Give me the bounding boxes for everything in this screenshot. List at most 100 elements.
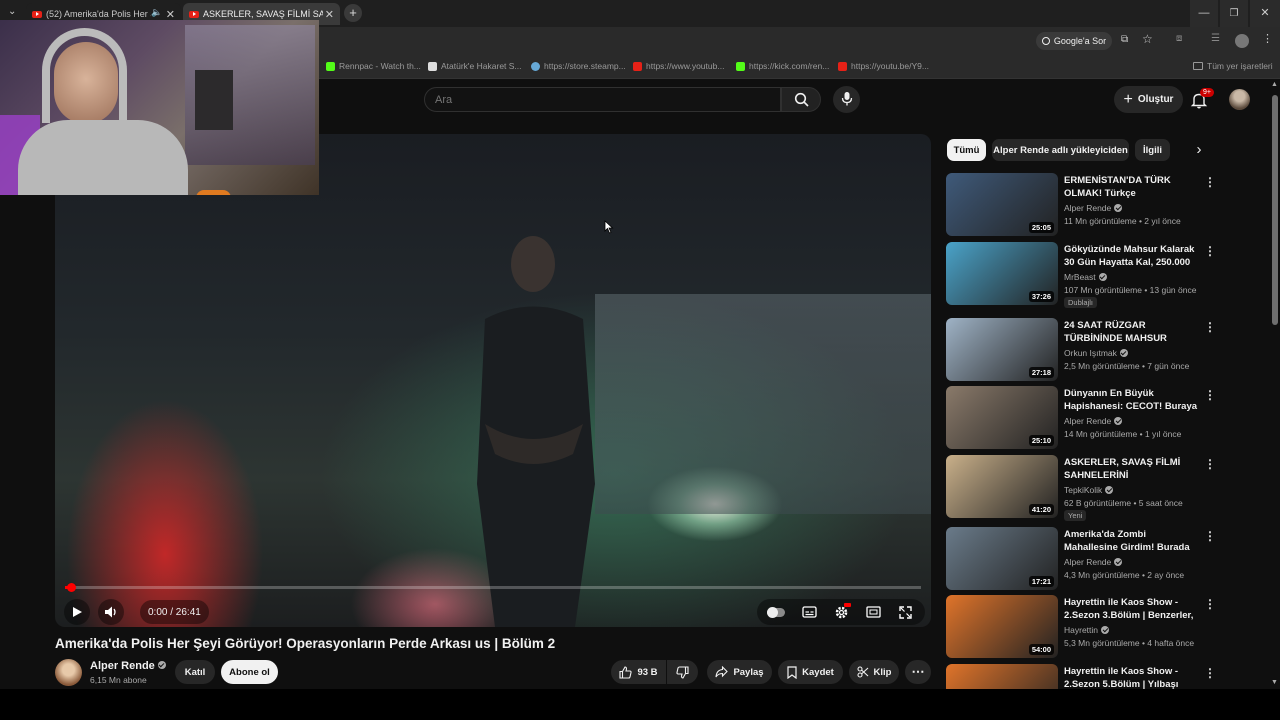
recommendation-item[interactable]: 17:21 Amerika'da Zombi Mahallesine Girdim…: [946, 527, 1266, 591]
new-tab-button[interactable]: +: [344, 4, 362, 22]
recommendation-channel[interactable]: Alper Rende: [1064, 416, 1123, 426]
verified-icon: [1119, 349, 1128, 357]
recommendation-title[interactable]: Amerika'da Zombi Mahallesine Girdim! Bur…: [1064, 528, 1202, 555]
more-vertical-icon[interactable]: ⋮: [1204, 388, 1216, 402]
close-tab-icon[interactable]: ✕: [325, 8, 334, 21]
recommendation-channel[interactable]: Alper Rende: [1064, 203, 1123, 213]
join-button[interactable]: Katıl: [175, 660, 215, 684]
close-window-button[interactable]: ✕: [1250, 0, 1280, 27]
video-thumbnail[interactable]: 27:18: [946, 318, 1058, 381]
recommendation-title[interactable]: ERMENİSTAN'DA TÜRK OLMAK! Türkçe konuştu…: [1064, 174, 1202, 201]
subscribe-label: Abone ol: [229, 666, 270, 678]
recommendation-item[interactable]: 25:10 Dünyanın En Büyük Hapishanesi: CECO…: [946, 386, 1266, 450]
notification-count-badge: 9+: [1200, 88, 1214, 97]
chips-next-button[interactable]: ›: [1188, 139, 1210, 161]
speaker-icon[interactable]: 🔈: [151, 7, 162, 18]
recommendation-item[interactable]: 27:18 24 SAAT RÜZGAR TÜRBİNİNDE MAHSUR KA…: [946, 318, 1266, 382]
google-ask-button[interactable]: Google'a Sor: [1036, 32, 1112, 50]
recommendation-title[interactable]: Hayrettin ile Kaos Show - 2.Sezon 3.Bölü…: [1064, 596, 1202, 623]
extensions-icon[interactable]: ⧈: [1176, 33, 1182, 44]
video-frame-person: [477, 236, 595, 627]
fullscreen-button[interactable]: [892, 599, 918, 625]
play-button[interactable]: [64, 599, 90, 625]
more-vertical-icon[interactable]: ⋮: [1204, 666, 1216, 680]
autoplay-toggle[interactable]: [763, 599, 789, 625]
chip-from-uploader[interactable]: Alper Rende adlı yükleyiciden: [992, 139, 1129, 161]
video-player[interactable]: 0:00 / 26:41: [55, 134, 931, 627]
reading-list-icon[interactable]: ☰: [1211, 33, 1220, 44]
seek-handle[interactable]: [67, 583, 76, 592]
chip-related[interactable]: İlgili: [1135, 139, 1170, 161]
video-thumbnail[interactable]: 25:05: [946, 173, 1058, 236]
account-avatar[interactable]: [1229, 89, 1250, 110]
profile-icon[interactable]: [1235, 34, 1249, 48]
recommendation-channel[interactable]: Hayrettin: [1064, 625, 1110, 635]
chip-all[interactable]: Tümü: [947, 139, 986, 161]
video-thumbnail[interactable]: 54:00: [946, 595, 1058, 658]
recommendation-item[interactable]: Hayrettin ile Kaos Show - 2.Sezon 5.Bölü…: [946, 664, 1266, 689]
search-input[interactable]: [424, 87, 781, 112]
more-vertical-icon[interactable]: ⋮: [1204, 597, 1216, 611]
all-bookmarks[interactable]: Tüm yer işaretleri: [1193, 61, 1273, 71]
recommendation-channel[interactable]: Alper Rende: [1064, 557, 1123, 567]
recommendation-channel[interactable]: MrBeast: [1064, 272, 1107, 282]
more-vertical-icon[interactable]: ⋮: [1204, 457, 1216, 471]
bookmark-star-icon[interactable]: ☆: [1142, 32, 1153, 46]
bookmark-item[interactable]: https://www.youtub...: [633, 61, 724, 71]
video-thumbnail[interactable]: 17:21: [946, 527, 1058, 590]
cast-icon[interactable]: ⧉: [1121, 34, 1128, 45]
video-thumbnail[interactable]: 37:26: [946, 242, 1058, 305]
bookmark-item[interactable]: Atatürk'e Hakaret S...: [428, 61, 522, 71]
recommendation-item[interactable]: 54:00 Hayrettin ile Kaos Show - 2.Sezon 3…: [946, 595, 1266, 659]
like-button[interactable]: 93 B: [611, 660, 666, 684]
bookmark-item[interactable]: https://youtu.be/Y9...: [838, 61, 929, 71]
minimize-button[interactable]: —: [1190, 0, 1218, 27]
more-actions-button[interactable]: ⋯: [905, 660, 931, 684]
volume-button[interactable]: [98, 599, 124, 625]
scroll-down-arrow-icon[interactable]: ▼: [1271, 679, 1278, 686]
channel-avatar[interactable]: [55, 659, 82, 686]
recommendation-channel[interactable]: TepkiKolik: [1064, 485, 1114, 495]
recommendation-channel[interactable]: Orkun Işıtmak: [1064, 348, 1128, 358]
create-button[interactable]: + Oluştur: [1114, 86, 1183, 113]
channel-name[interactable]: Alper Rende: [90, 660, 166, 672]
recommendation-item[interactable]: 25:05 ERMENİSTAN'DA TÜRK OLMAK! Türkçe ko…: [946, 173, 1266, 237]
search-button[interactable]: [781, 87, 821, 112]
save-button[interactable]: Kaydet: [778, 660, 843, 684]
bookmark-item[interactable]: https://kick.com/ren...: [736, 61, 829, 71]
recommendation-item[interactable]: 41:20 ASKERLER, SAVAŞ FİLMİ SAHNELERİNİ Y…: [946, 455, 1266, 521]
bookmark-item[interactable]: Rennpac - Watch th...: [326, 61, 421, 71]
video-thumbnail[interactable]: 41:20: [946, 455, 1058, 518]
more-vertical-icon[interactable]: ⋮: [1204, 529, 1216, 543]
theater-mode-button[interactable]: [860, 599, 886, 625]
share-button[interactable]: Paylaş: [707, 660, 772, 684]
more-vertical-icon[interactable]: ⋮: [1204, 244, 1216, 258]
recommendation-title[interactable]: 24 SAAT RÜZGAR TÜRBİNİNDE MAHSUR KALMAK!: [1064, 319, 1202, 346]
restore-button[interactable]: ❐: [1220, 0, 1248, 27]
dislike-button[interactable]: [667, 660, 698, 684]
recommendation-title[interactable]: ASKERLER, SAVAŞ FİLMİ SAHNELERİNİ YORUML…: [1064, 456, 1202, 483]
google-lens-icon: [1041, 37, 1050, 45]
scrollbar-thumb[interactable]: [1272, 95, 1278, 325]
channel-label: MrBeast: [1064, 272, 1096, 282]
more-vertical-icon[interactable]: ⋮: [1204, 175, 1216, 189]
recommendation-title[interactable]: Hayrettin ile Kaos Show - 2.Sezon 5.Bölü…: [1064, 665, 1202, 689]
recommendation-item[interactable]: 37:26 Gökyüzünde Mahsur Kalarak 30 Gün Ha…: [946, 242, 1266, 308]
video-thumbnail[interactable]: 25:10: [946, 386, 1058, 449]
browser-menu-icon[interactable]: ⋮: [1262, 32, 1273, 45]
video-thumbnail[interactable]: [946, 664, 1058, 689]
tab-list-chevron-icon[interactable]: ⌄: [8, 6, 16, 17]
voice-search-button[interactable]: [833, 86, 860, 113]
scroll-up-arrow-icon[interactable]: ▲: [1271, 81, 1278, 88]
seek-bar[interactable]: [65, 583, 921, 592]
more-vertical-icon[interactable]: ⋮: [1204, 320, 1216, 334]
subtitles-button[interactable]: [796, 599, 822, 625]
autoplay-toggle-icon: [767, 606, 785, 618]
settings-button[interactable]: [828, 599, 854, 625]
clip-button[interactable]: Klip: [849, 660, 899, 684]
recommendation-title[interactable]: Dünyanın En Büyük Hapishanesi: CECOT! Bu…: [1064, 387, 1202, 414]
subscribe-button[interactable]: Abone ol: [221, 660, 278, 684]
recommendation-title[interactable]: Gökyüzünde Mahsur Kalarak 30 Gün Hayatta…: [1064, 243, 1202, 270]
bookmark-item[interactable]: https://store.steamp...: [531, 61, 626, 71]
webcam-face: [54, 42, 118, 124]
